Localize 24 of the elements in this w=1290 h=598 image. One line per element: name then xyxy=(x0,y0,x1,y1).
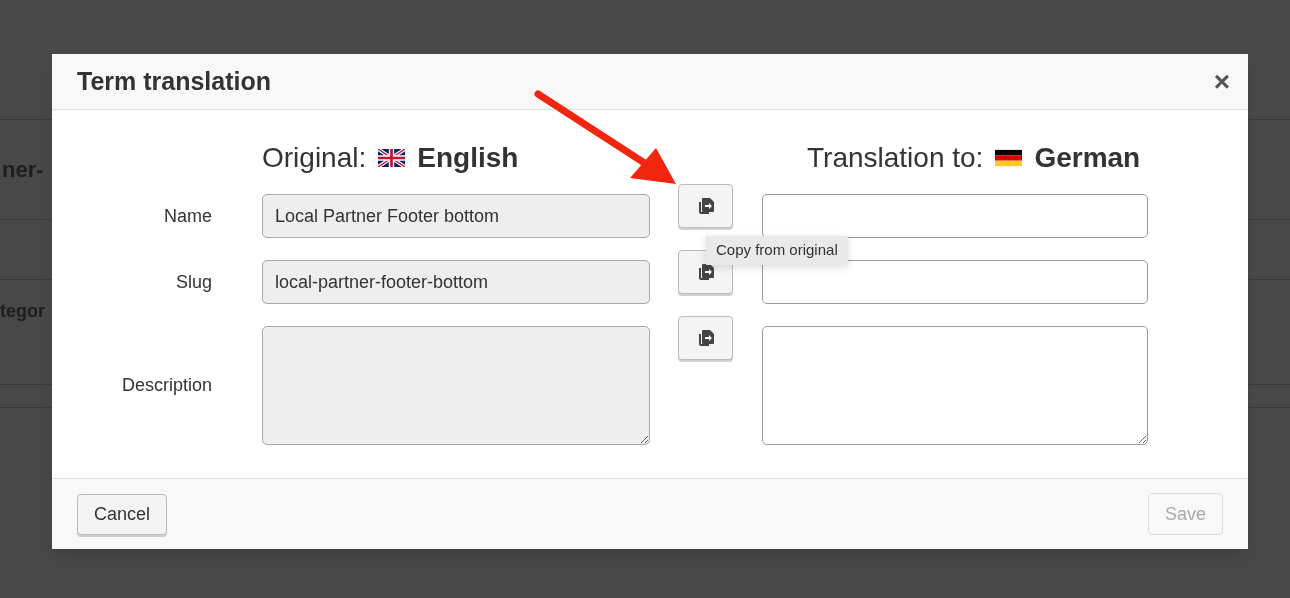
translation-language: German xyxy=(1034,141,1141,175)
original-language: English xyxy=(417,141,519,175)
field-label: Description xyxy=(121,374,212,397)
original-textarea[interactable] xyxy=(262,326,650,445)
field-label: Slug xyxy=(175,270,212,294)
original-label: Original: xyxy=(262,141,367,175)
copy-button[interactable] xyxy=(678,184,733,228)
dialog-title: Term translation xyxy=(77,65,272,97)
copy-icon xyxy=(696,328,715,348)
copy-icon xyxy=(696,196,715,216)
copy-button[interactable] xyxy=(678,316,733,360)
translation-field[interactable] xyxy=(762,194,1148,238)
translation-label: Translation to: xyxy=(807,141,984,175)
original-field[interactable]: Local Partner Footer bottom xyxy=(262,194,650,238)
flag-icon xyxy=(378,149,406,167)
copy-icon xyxy=(696,262,715,282)
translation-field[interactable] xyxy=(762,260,1148,304)
original-field[interactable]: local-partner-footer-bottom xyxy=(262,260,650,304)
flag-icon xyxy=(995,149,1023,167)
translation-textarea[interactable] xyxy=(762,326,1148,445)
tooltip: Copy from original xyxy=(706,236,848,265)
field-label: Name xyxy=(164,204,212,228)
close-button[interactable]: × xyxy=(1213,67,1230,96)
cancel-button[interactable]: Cancel xyxy=(77,493,168,535)
